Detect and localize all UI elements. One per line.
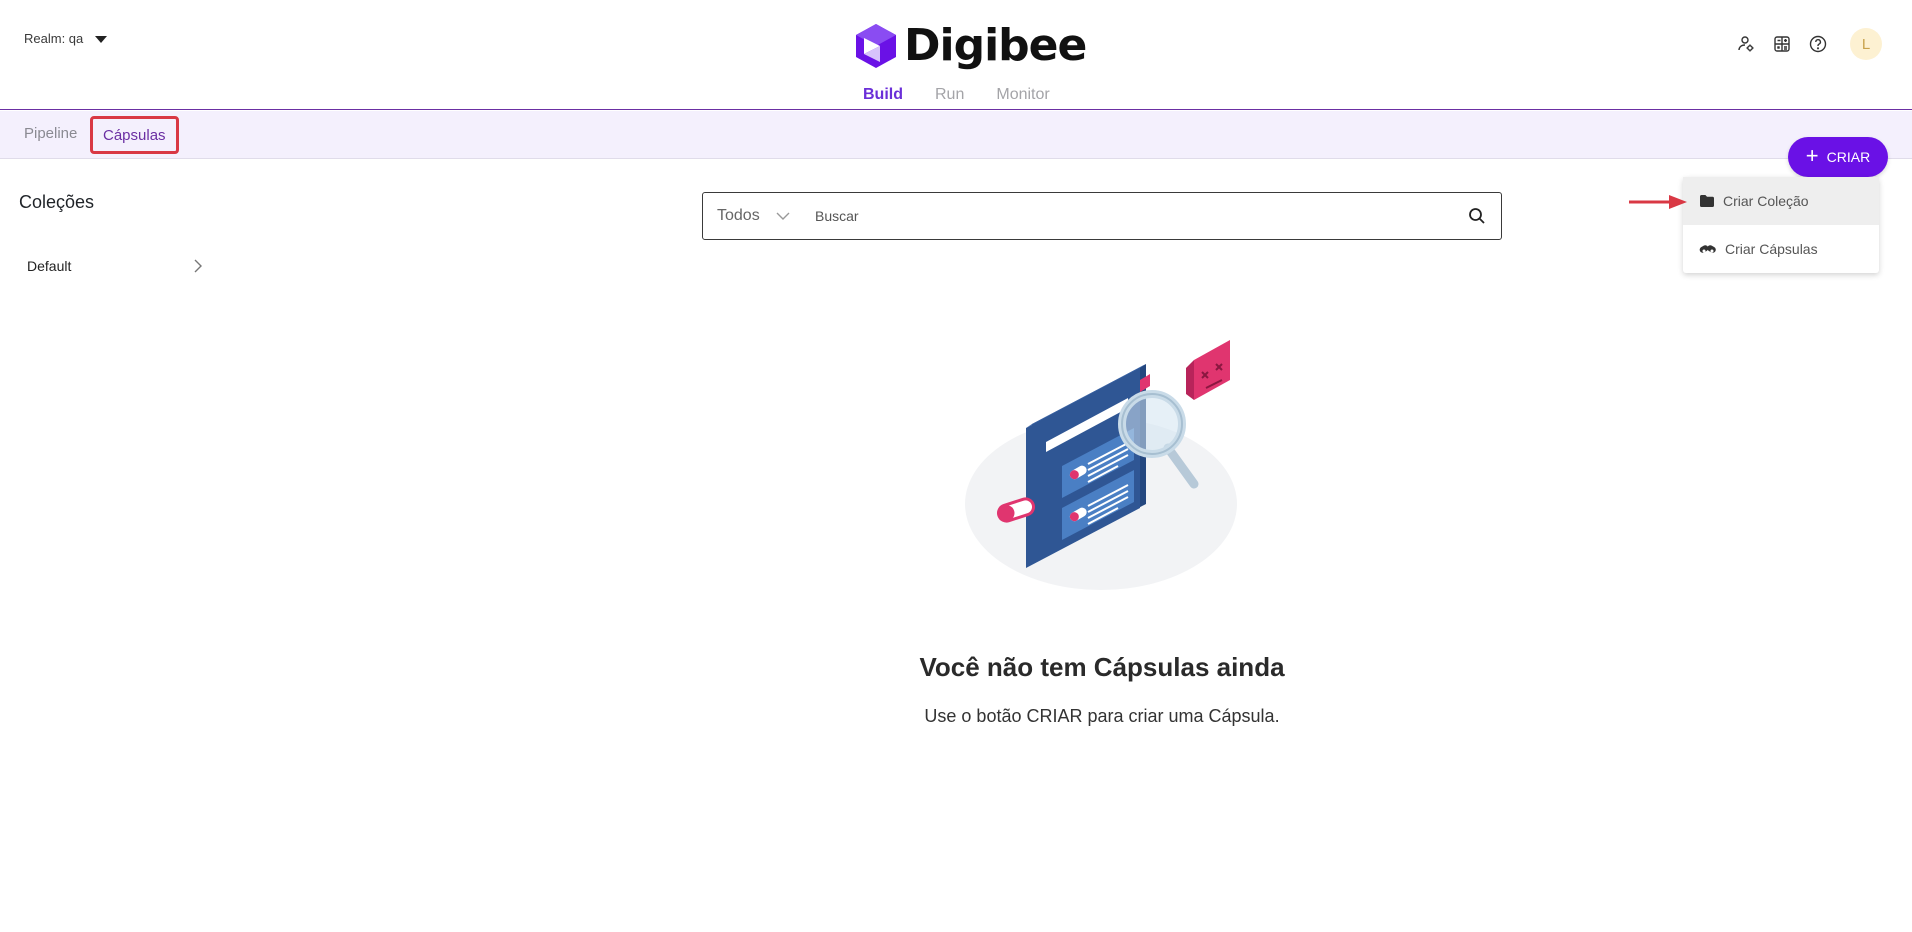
chevron-down-icon xyxy=(776,212,790,220)
capsule-icon xyxy=(1699,245,1716,253)
menu-item-create-capsule[interactable]: Criar Cápsulas xyxy=(1683,225,1879,273)
tab-build[interactable]: Build xyxy=(847,86,919,104)
header-actions: L xyxy=(1734,28,1882,60)
empty-state-title: Você não tem Cápsulas ainda xyxy=(919,652,1285,682)
menu-item-label: Criar Cápsulas xyxy=(1725,241,1818,257)
tab-monitor[interactable]: Monitor xyxy=(980,86,1065,104)
subtab-pipeline[interactable]: Pipeline xyxy=(24,125,77,142)
search-input[interactable] xyxy=(815,196,1453,236)
user-settings-icon[interactable] xyxy=(1734,32,1758,56)
main-nav-tabs: Build Run Monitor xyxy=(847,86,1066,104)
empty-state-illustration xyxy=(965,340,1237,590)
realm-label: Realm: qa xyxy=(24,31,84,46)
top-header: Realm: qa Digibee Build Run Monitor L xyxy=(0,0,1912,110)
collections-title: Coleções xyxy=(19,192,95,212)
menu-item-create-collection[interactable]: Criar Coleção xyxy=(1683,177,1879,225)
filter-value: Todos xyxy=(717,207,760,224)
folder-icon xyxy=(1700,195,1714,207)
create-button[interactable]: + CRIAR xyxy=(1788,137,1888,177)
filter-select[interactable]: Todos xyxy=(703,207,809,225)
create-menu: Criar Coleção Criar Cápsulas xyxy=(1683,177,1879,273)
digibee-mark-icon xyxy=(856,24,896,68)
chevron-right-icon xyxy=(194,259,202,273)
search-button[interactable] xyxy=(1453,192,1501,240)
search-icon xyxy=(1469,208,1485,224)
menu-item-label: Criar Coleção xyxy=(1723,193,1809,209)
caret-down-icon xyxy=(95,36,108,43)
sub-navigation: Pipeline Cápsulas xyxy=(0,111,1912,159)
app-page: Realm: qa Digibee Build Run Monitor L Pi… xyxy=(0,0,1912,932)
collection-item-default[interactable]: Default xyxy=(27,254,203,278)
realm-selector[interactable]: Realm: qa xyxy=(24,31,108,46)
brand-name: Digibee xyxy=(904,20,1087,71)
tab-run[interactable]: Run xyxy=(919,86,980,104)
avatar[interactable]: L xyxy=(1850,28,1882,60)
plus-icon: + xyxy=(1805,143,1819,168)
help-icon[interactable] xyxy=(1806,32,1830,56)
create-button-label: CRIAR xyxy=(1826,149,1871,165)
collection-label: Default xyxy=(27,258,72,274)
subtab-capsulas[interactable]: Cápsulas xyxy=(90,116,179,154)
search-bar: Todos xyxy=(702,192,1502,240)
calculator-icon[interactable] xyxy=(1770,32,1794,56)
digibee-logo[interactable]: Digibee xyxy=(856,20,1087,71)
empty-state-subtitle: Use o botão CRIAR para criar uma Cápsula… xyxy=(924,706,1280,726)
annotation-arrow-icon xyxy=(1629,195,1687,209)
